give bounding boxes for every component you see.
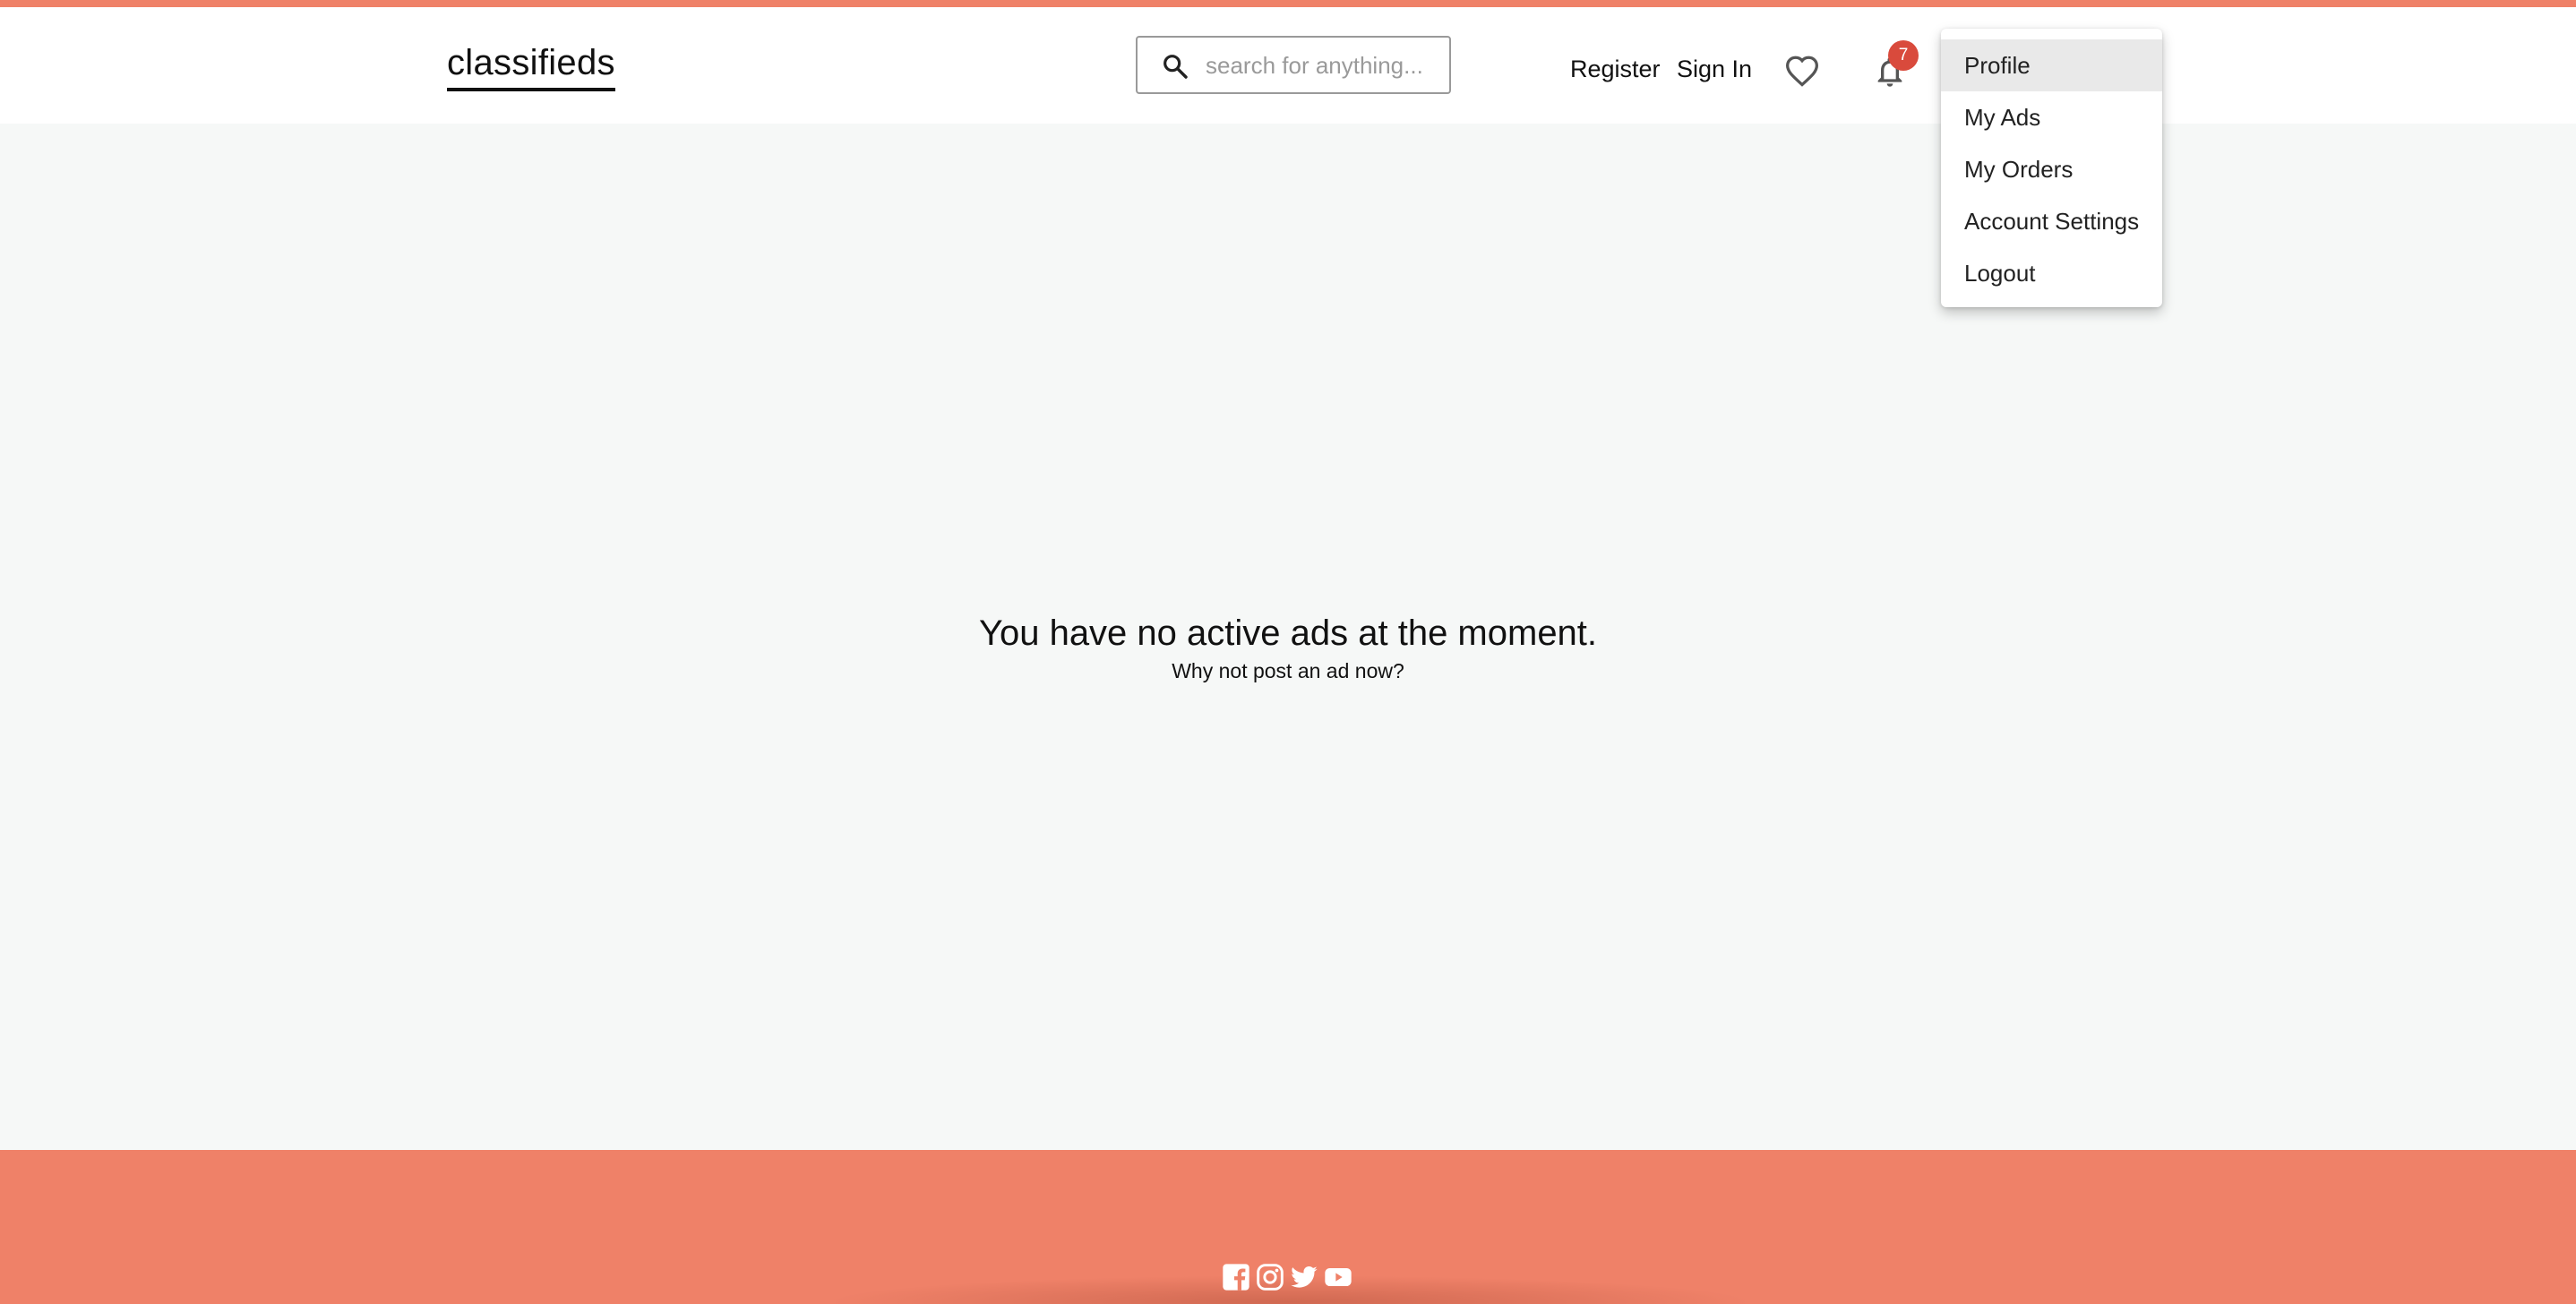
menu-item-logout[interactable]: Logout: [1941, 247, 2162, 299]
top-accent-stripe: [0, 0, 2576, 7]
menu-item-account-settings[interactable]: Account Settings: [1941, 195, 2162, 247]
footer: [0, 1150, 2576, 1304]
menu-item-profile[interactable]: Profile: [1941, 39, 2162, 91]
notification-badge: 7: [1888, 40, 1919, 71]
register-link[interactable]: Register: [1570, 56, 1661, 82]
sign-in-link[interactable]: Sign In: [1677, 56, 1752, 82]
search-icon[interactable]: [1161, 52, 1189, 81]
empty-state-headline: You have no active ads at the moment.: [978, 613, 1598, 653]
header: classifieds Register Sign In 7: [0, 7, 2576, 124]
youtube-icon[interactable]: [1324, 1263, 1352, 1291]
site-logo[interactable]: classifieds: [447, 43, 615, 91]
user-dropdown-menu: Profile My Ads My Orders Account Setting…: [1941, 29, 2162, 307]
search-box[interactable]: [1136, 36, 1451, 94]
menu-item-my-ads[interactable]: My Ads: [1941, 91, 2162, 143]
social-links: [1222, 1263, 1352, 1293]
twitter-icon[interactable]: [1290, 1263, 1318, 1291]
empty-state: You have no active ads at the moment. Wh…: [0, 609, 2576, 684]
facebook-icon[interactable]: [1222, 1263, 1250, 1291]
menu-item-my-orders[interactable]: My Orders: [1941, 143, 2162, 195]
empty-state-subtext: Why not post an ad now?: [1172, 659, 1404, 682]
search-input[interactable]: [1206, 47, 1438, 84]
heart-icon[interactable]: [1784, 55, 1820, 87]
instagram-icon[interactable]: [1256, 1263, 1284, 1291]
